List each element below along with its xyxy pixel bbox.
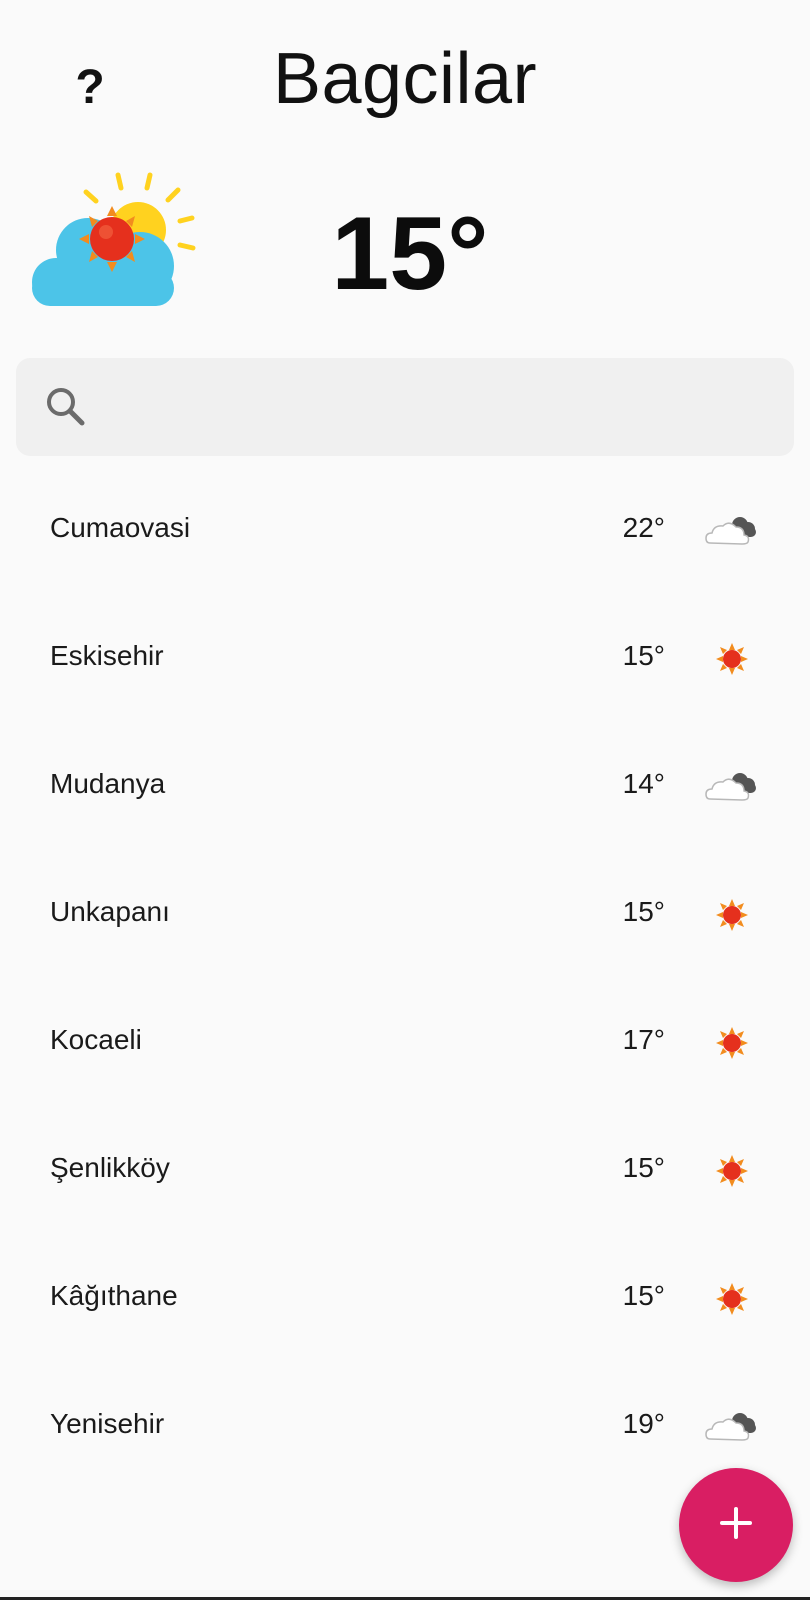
city-temperature: 17° bbox=[622, 1024, 665, 1055]
search-input[interactable] bbox=[108, 390, 752, 424]
sun-icon bbox=[702, 634, 762, 684]
city-list: Cumaovasi 22° Eskisehir 15° Mudanya 14° Unkapa… bbox=[0, 466, 810, 1490]
search-icon bbox=[42, 383, 90, 431]
city-name: Cumaovasi bbox=[50, 512, 191, 543]
city-row[interactable]: Mudanya 14° bbox=[0, 722, 810, 850]
city-row[interactable]: Kâğıthane 15° bbox=[0, 1234, 810, 1362]
city-row[interactable]: Cumaovasi 22° bbox=[0, 466, 810, 594]
city-temperature: 15° bbox=[622, 640, 665, 671]
city-temperature: 19° bbox=[622, 1408, 665, 1439]
sun-icon bbox=[702, 1146, 762, 1196]
city-name: Yenisehir bbox=[50, 1408, 165, 1439]
current-city-title: Bagcilar bbox=[272, 39, 538, 119]
city-name: Eskisehir bbox=[50, 640, 164, 671]
add-city-button[interactable] bbox=[679, 1468, 793, 1582]
city-name: Kocaeli bbox=[50, 1024, 142, 1055]
plus-icon bbox=[718, 1505, 754, 1546]
cloud-icon bbox=[702, 506, 762, 556]
city-name: Mudanya bbox=[50, 768, 166, 799]
sun-behind-cloud-icon bbox=[28, 170, 203, 315]
current-temperature: 15° bbox=[331, 196, 489, 312]
sun-icon bbox=[702, 1274, 762, 1324]
city-name: Kâğıthane bbox=[50, 1280, 178, 1311]
cloud-icon bbox=[702, 762, 762, 812]
city-temperature: 14° bbox=[622, 768, 665, 799]
city-row[interactable]: Şenlikköy 15° bbox=[0, 1106, 810, 1234]
cloud-icon bbox=[702, 1402, 762, 1452]
city-name: Şenlikköy bbox=[50, 1152, 170, 1183]
city-row[interactable]: Kocaeli 17° bbox=[0, 978, 810, 1106]
search-bar[interactable] bbox=[16, 358, 794, 456]
sun-icon bbox=[702, 890, 762, 940]
city-row[interactable]: Yenisehir 19° bbox=[0, 1362, 810, 1490]
city-row[interactable]: Unkapanı 15° bbox=[0, 850, 810, 978]
city-name: Unkapanı bbox=[50, 896, 170, 927]
city-temperature: 15° bbox=[622, 1280, 665, 1311]
city-temperature: 22° bbox=[622, 512, 665, 543]
city-temperature: 15° bbox=[622, 1152, 665, 1183]
city-temperature: 15° bbox=[622, 896, 665, 927]
sun-icon bbox=[702, 1018, 762, 1068]
city-row[interactable]: Eskisehir 15° bbox=[0, 594, 810, 722]
